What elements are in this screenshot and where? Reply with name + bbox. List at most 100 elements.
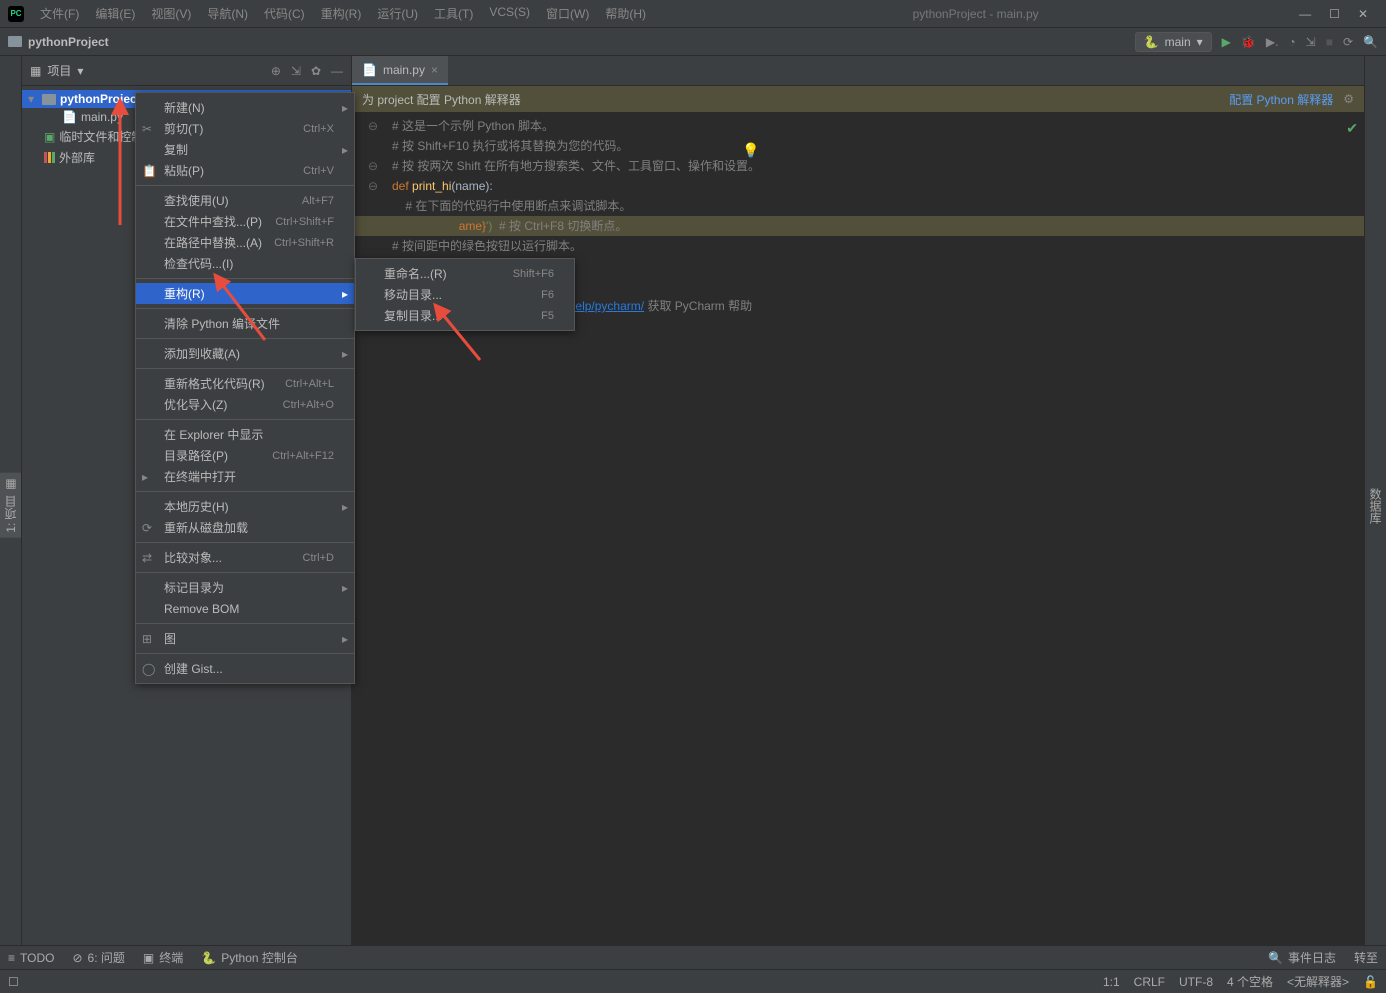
close-icon[interactable]: ✕: [1358, 7, 1368, 21]
status-indent[interactable]: 4 个空格: [1227, 973, 1273, 990]
attach-icon[interactable]: ⇲: [1306, 35, 1316, 49]
menu-tools[interactable]: 工具(T): [428, 3, 479, 24]
context-menu-item[interactable]: 在文件中查找...(P)Ctrl+Shift+F: [136, 211, 354, 232]
context-menu-item[interactable]: 目录路径(P)Ctrl+Alt+F12: [136, 445, 354, 466]
menu-item-icon: 📋: [142, 164, 158, 178]
context-menu-item[interactable]: ⊞图▸: [136, 628, 354, 649]
editor-tab-name: main.py: [383, 63, 425, 77]
goto-tab[interactable]: 转至: [1354, 949, 1378, 966]
editor-tab[interactable]: 📄 main.py ×: [352, 56, 448, 85]
inspection-ok-icon[interactable]: ✔: [1346, 118, 1358, 138]
menu-view[interactable]: 视图(V): [145, 3, 197, 24]
context-menu-item[interactable]: ⟳ 重新从磁盘加载: [136, 517, 354, 538]
menu-item-label: 优化导入(Z): [164, 396, 227, 413]
project-tool-tab[interactable]: 1: 项目 ▦: [0, 473, 21, 538]
minimize-icon[interactable]: —: [1299, 7, 1311, 21]
menu-code[interactable]: 代码(C): [258, 3, 311, 24]
menu-window[interactable]: 窗口(W): [540, 3, 595, 24]
submenu-arrow-icon: ▸: [342, 143, 348, 157]
context-menu-item[interactable]: 重新格式化代码(R) Ctrl+Alt+L: [136, 373, 354, 394]
breadcrumb[interactable]: pythonProject: [8, 35, 109, 49]
python-icon: 🐍: [1144, 35, 1159, 49]
close-tab-icon[interactable]: ×: [431, 63, 438, 77]
intention-bulb-icon[interactable]: 💡: [742, 140, 759, 160]
context-menu-item[interactable]: 标记目录为▸: [136, 577, 354, 598]
stop-icon[interactable]: ■: [1326, 35, 1333, 49]
context-menu-item[interactable]: 新建(N)▸: [136, 97, 354, 118]
context-menu-item[interactable]: ⇄比较对象...Ctrl+D: [136, 547, 354, 568]
status-caret-pos[interactable]: 1:1: [1103, 975, 1120, 989]
menu-item-shortcut: Ctrl+Alt+L: [285, 378, 334, 390]
context-menu-item[interactable]: ◯创建 Gist...: [136, 658, 354, 679]
left-tool-gutter: 1: 项目 ▦ 7: 结构 2: 收藏: [0, 56, 22, 945]
status-lock-icon[interactable]: 🔓: [1363, 975, 1378, 989]
menu-edit[interactable]: 编辑(E): [89, 3, 141, 24]
menu-item-icon: ⟳: [142, 521, 158, 535]
context-menu-item[interactable]: 重构(R)▸: [136, 283, 354, 304]
menu-refactor[interactable]: 重构(R): [315, 3, 368, 24]
status-encoding[interactable]: UTF-8: [1179, 975, 1213, 989]
context-menu-item[interactable]: 复制▸: [136, 139, 354, 160]
menu-item-label: 重新格式化代码(R): [164, 375, 265, 392]
run-configuration-selector[interactable]: 🐍 main ▾: [1135, 32, 1212, 52]
menu-item-shortcut: Alt+F7: [302, 195, 334, 207]
submenu-item-shortcut: F5: [541, 310, 554, 322]
menu-item-label: 剪切(T): [164, 120, 203, 137]
context-menu-item[interactable]: ✂剪切(T)Ctrl+X: [136, 118, 354, 139]
context-menu-item[interactable]: 查找使用(U)Alt+F7: [136, 190, 354, 211]
menu-help[interactable]: 帮助(H): [599, 3, 652, 24]
tree-extlib-label: 外部库: [59, 149, 95, 166]
submenu-item[interactable]: 重命名...(R)Shift+F6: [356, 263, 574, 284]
expand-icon[interactable]: ⇲: [291, 64, 301, 78]
search-everywhere-icon[interactable]: 🔍: [1363, 35, 1378, 49]
menu-vcs[interactable]: VCS(S): [483, 3, 536, 24]
tree-file-name: main.py: [81, 110, 123, 124]
update-icon[interactable]: ⟳: [1343, 35, 1353, 49]
context-menu-item[interactable]: 添加到收藏(A)▸: [136, 343, 354, 364]
context-menu-item[interactable]: 📋粘贴(P)Ctrl+V: [136, 160, 354, 181]
code-editor[interactable]: ✔ 💡 ⊖# 这是一个示例 Python 脚本。 # 按 Shift+F10 执…: [352, 112, 1364, 945]
context-menu-item[interactable]: 优化导入(Z)Ctrl+Alt+O: [136, 394, 354, 415]
context-menu-item[interactable]: 本地历史(H)▸: [136, 496, 354, 517]
submenu-item-label: 复制目录...: [384, 307, 442, 324]
coverage-icon[interactable]: ▶.: [1266, 35, 1279, 49]
context-menu-item[interactable]: 在 Explorer 中显示: [136, 424, 354, 445]
context-menu-item[interactable]: 在路径中替换...(A)Ctrl+Shift+R: [136, 232, 354, 253]
context-menu-item[interactable]: 清除 Python 编译文件: [136, 313, 354, 334]
profile-icon[interactable]: ◔: [1288, 35, 1295, 49]
library-icon: [44, 152, 55, 163]
context-menu-item[interactable]: ▸在终端中打开: [136, 466, 354, 487]
event-log-tab[interactable]: 🔍 事件日志: [1268, 949, 1336, 966]
debug-icon[interactable]: 🐞: [1241, 35, 1256, 49]
problems-tool-tab[interactable]: ⊘ 6: 问题: [72, 949, 124, 966]
chevron-down-icon[interactable]: ▾: [77, 64, 83, 78]
submenu-item[interactable]: 移动目录...F6: [356, 284, 574, 305]
context-menu-item[interactable]: Remove BOM: [136, 598, 354, 619]
todo-tool-tab[interactable]: ≡ TODO: [8, 951, 54, 965]
main-menu: 文件(F) 编辑(E) 视图(V) 导航(N) 代码(C) 重构(R) 运行(U…: [34, 3, 652, 24]
menu-item-icon: ✂: [142, 122, 158, 136]
python-console-tool-tab[interactable]: 🐍 Python 控制台: [201, 949, 298, 966]
menu-file[interactable]: 文件(F): [34, 3, 85, 24]
context-menu-item[interactable]: 检查代码...(I): [136, 253, 354, 274]
maximize-icon[interactable]: ☐: [1329, 7, 1340, 21]
project-pane-title[interactable]: 项目: [47, 62, 71, 79]
status-interpreter[interactable]: <无解释器>: [1287, 973, 1349, 990]
database-tool-tab[interactable]: 数据库: [1365, 483, 1386, 529]
terminal-tool-tab[interactable]: ▣ 终端: [143, 949, 183, 966]
submenu-arrow-icon: ▸: [342, 347, 348, 361]
locate-icon[interactable]: ⊕: [271, 64, 281, 78]
settings-icon[interactable]: ✿: [311, 64, 321, 78]
gear-icon[interactable]: ⚙: [1343, 92, 1354, 106]
menu-item-label: 重新从磁盘加载: [164, 519, 248, 536]
run-icon[interactable]: ▶: [1222, 35, 1231, 49]
chevron-down-icon[interactable]: ▾: [28, 92, 38, 106]
menu-run[interactable]: 运行(U): [371, 3, 424, 24]
configure-interpreter-link[interactable]: 配置 Python 解释器: [1229, 91, 1333, 108]
status-line-sep[interactable]: CRLF: [1134, 975, 1165, 989]
menu-item-label: 重构(R): [164, 285, 205, 302]
hide-icon[interactable]: —: [331, 64, 343, 78]
menu-navigate[interactable]: 导航(N): [201, 3, 254, 24]
status-tool-icon[interactable]: ☐: [8, 975, 19, 989]
submenu-item[interactable]: 复制目录... F5: [356, 305, 574, 326]
